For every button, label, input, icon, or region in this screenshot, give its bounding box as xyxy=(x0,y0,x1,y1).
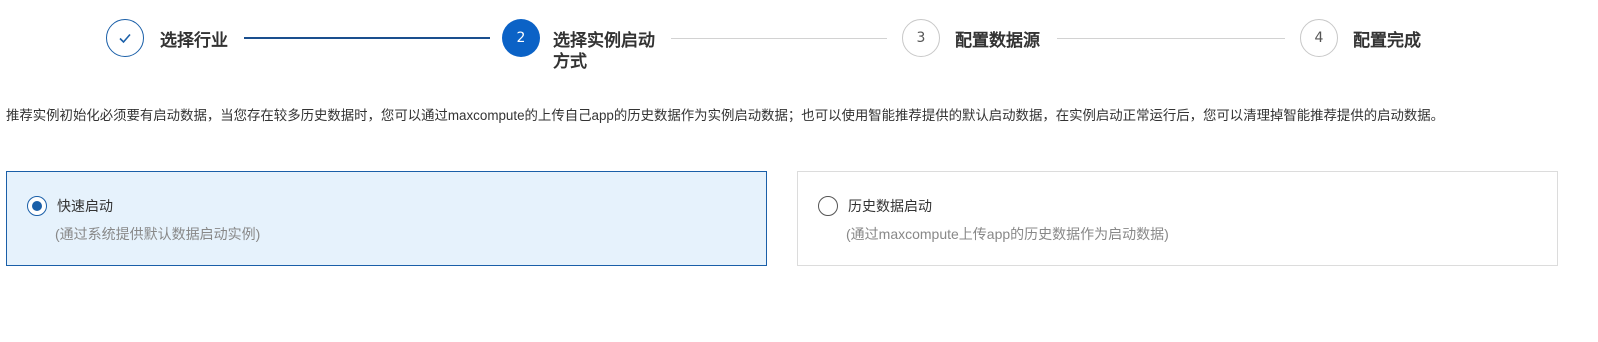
check-icon xyxy=(119,33,131,44)
option-history-data-start-subtitle: (通过maxcompute上传app的历史数据作为启动数据) xyxy=(846,226,1169,242)
steps-bar: 选择行业 2 选择实例启动 方式 3 配置数据源 4 配置完成 xyxy=(0,0,1598,80)
step-connector-2 xyxy=(671,38,887,39)
step-4-label: 配置完成 xyxy=(1353,31,1421,51)
description-text: 推荐实例初始化必须要有启动数据，当您存在较多历史数据时，您可以通过maxcomp… xyxy=(6,108,1445,123)
step-2-label-line1: 选择实例启动 xyxy=(553,31,655,51)
step-1-label: 选择行业 xyxy=(160,31,228,51)
step-connector-1 xyxy=(244,37,490,39)
option-quick-start[interactable]: 快速启动 (通过系统提供默认数据启动实例) xyxy=(6,171,767,266)
step-3-circle[interactable]: 3 xyxy=(902,19,940,57)
radio-quick-start[interactable] xyxy=(27,196,47,216)
step-3-label: 配置数据源 xyxy=(955,31,1040,51)
step-4-circle[interactable]: 4 xyxy=(1300,19,1338,57)
step-2-circle[interactable]: 2 xyxy=(502,19,540,57)
option-quick-start-subtitle: (通过系统提供默认数据启动实例) xyxy=(55,226,261,242)
step-2-label: 选择实例启动 方式 xyxy=(553,31,655,73)
step-connector-3 xyxy=(1057,38,1285,39)
step-1-circle[interactable] xyxy=(106,19,144,57)
step-2-label-line2: 方式 xyxy=(553,52,587,72)
radio-history-data-start[interactable] xyxy=(818,196,838,216)
option-history-data-start-title: 历史数据启动 xyxy=(848,198,932,214)
option-history-data-start[interactable]: 历史数据启动 (通过maxcompute上传app的历史数据作为启动数据) xyxy=(797,171,1558,266)
page: 选择行业 2 选择实例启动 方式 3 配置数据源 4 配置完成 推荐实例初始化必… xyxy=(0,0,1598,342)
option-quick-start-title: 快速启动 xyxy=(57,198,113,214)
